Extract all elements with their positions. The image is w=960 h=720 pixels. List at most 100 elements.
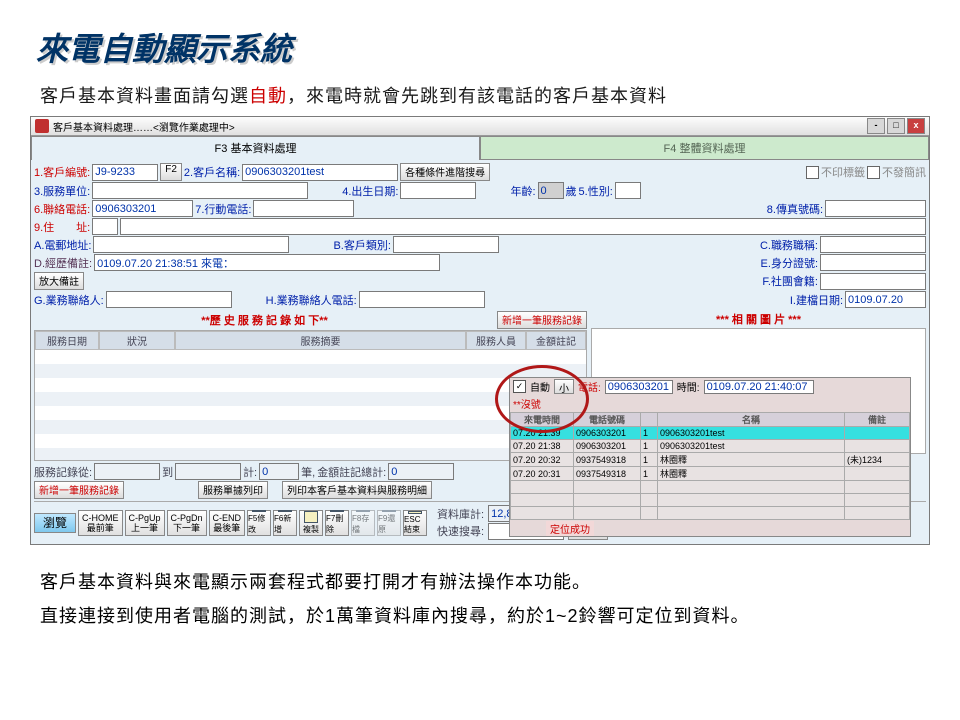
btn-esc[interactable]: ESC結束 [403,510,427,536]
btn-f7-del[interactable]: F7刪除 [325,510,349,536]
popup-fld-tel: 0906303201 [605,380,673,394]
fld-idn[interactable] [820,254,926,271]
minimize-icon[interactable]: - [867,118,885,134]
app-icon [35,119,49,133]
fld-to[interactable] [175,463,241,480]
history-table: 服務日期 狀況 服務摘要 服務人員 金額註記 [34,330,587,461]
btn-f6-new[interactable]: F6新增 [273,510,297,536]
btn-new-record-2[interactable]: 新增一筆服務記錄 [34,481,124,499]
edit-icon [252,510,266,512]
table-row[interactable]: 07.20 20:3209375493181林圈釋(未)1234 [511,453,910,467]
title-bar[interactable]: 客戶基本資料處理……<瀏覽作業處理中> - □ x [31,117,929,136]
lbl-ctype: B.客戶類別: [333,237,390,253]
popup-fld-time: 0109.07.20 21:40:07 [704,380,814,394]
table-row[interactable] [511,481,910,494]
btn-small[interactable]: 小 [554,379,574,394]
fld-bp[interactable] [106,291,232,308]
callerid-popup: ✓ 自動 小 電話: 0906303201 時間: 0109.07.20 21:… [509,377,911,537]
caller-table: 來電時間 電話號碼 名稱 備註 07.20 21:390906303201109… [510,412,910,520]
lbl-created: I.建檔日期: [790,292,843,308]
hist-header: **歷 史 服 務 記 錄 如 下** [34,311,495,329]
fld-ctype[interactable] [393,236,499,253]
lbl-idn: E.身分證號: [761,255,818,271]
btn-zoom-note[interactable]: 放大備註 [34,272,84,290]
copy-icon [304,511,318,523]
table-row[interactable] [511,507,910,520]
btn-pgup[interactable]: C-PgUp上一筆 [125,510,165,536]
lbl-tel: 6.聯絡電話: [34,201,90,217]
btn-f9-undo: F9還原 [377,510,401,536]
lbl-birth: 4.出生日期: [342,183,398,199]
fld-count: 0 [259,463,299,480]
save-icon [356,510,370,512]
lbl-sex: 5.性別: [579,183,613,199]
btn-browse[interactable]: 瀏覽 [34,513,76,533]
fld-birth[interactable] [400,182,476,199]
table-row[interactable]: 07.20 21:38090630320110906303201test [511,440,910,453]
lbl-unit: 3.服務單位: [34,183,90,199]
btn-print-slip[interactable]: 服務單據列印 [198,481,268,499]
new-icon [278,510,292,512]
cb-noask[interactable] [867,166,880,179]
btn-f5-edit[interactable]: F5修改 [247,510,271,536]
lbl-id: 1.客戶編號: [34,164,90,180]
lbl-mob: 7.行動電話: [195,201,251,217]
fld-created: 0109.07.20 [845,291,926,308]
lbl-mail: A.電郵地址: [34,237,91,253]
fld-amt: 0 [388,463,454,480]
lbl-fax: 8.傳真號碼: [767,201,823,217]
fld-mob[interactable] [253,200,354,217]
fld-name[interactable]: 0906303201test [242,164,398,181]
exit-icon [408,511,422,514]
lbl-bp: G.業務聯絡人: [34,292,104,308]
locate-ok: 定位成功 [546,521,594,536]
btn-adv-search[interactable]: 各種條件進階搜尋 [400,163,490,181]
fld-from[interactable] [94,463,160,480]
fld-note[interactable]: 0109.07.20 21:38:51 來電： [94,254,440,271]
fld-mail[interactable] [93,236,289,253]
maximize-icon[interactable]: □ [887,118,905,134]
cb-auto[interactable]: ✓ [513,380,526,393]
lbl-addr: 9.住 址: [34,219,90,235]
fld-bpt[interactable] [359,291,485,308]
table-row[interactable] [511,494,910,507]
undo-icon [382,510,396,512]
btn-f2[interactable]: F2 [160,163,182,181]
btn-pgdn[interactable]: C-PgDn下一筆 [167,510,207,536]
close-icon[interactable]: x [907,118,925,134]
tab-basic[interactable]: F3 基本資料處理 [31,136,480,160]
fld-age: 0 [538,182,564,199]
fld-addr[interactable] [120,218,926,235]
table-row[interactable]: 07.20 21:39090630320110906303201test [511,427,910,440]
lbl-note: D.經歷備註: [34,255,92,271]
lbl-name: 2.客戶名稱: [184,164,240,180]
table-row[interactable]: 07.20 20:3109375493181林圈釋 [511,467,910,481]
btn-end[interactable]: C-END最後筆 [209,510,246,536]
btn-new-record[interactable]: 新增一筆服務記錄 [497,311,587,329]
lbl-bpt: H.業務聯絡人電話: [266,292,357,308]
app-window: 客戶基本資料處理……<瀏覽作業處理中> - □ x F3 基本資料處理 F4 整… [30,116,930,545]
btn-home[interactable]: C-HOME最前筆 [78,510,123,536]
cb-noprint[interactable] [806,166,819,179]
fld-fax[interactable] [825,200,926,217]
page-title: 來電自動顯示系統 [0,0,960,78]
footer: 客戶基本資料與來電顯示兩套程式都要打開才有辦法操作本功能。 直接連接到使用者電腦… [0,545,960,633]
fld-sex[interactable] [615,182,641,199]
fld-group[interactable] [820,273,926,290]
fld-id[interactable]: J9-9233 [92,164,158,181]
fld-job[interactable] [820,236,926,253]
lbl-job: C.職務職稱: [760,237,818,253]
btn-copy[interactable]: 複製 [299,510,323,536]
image-header: *** 相 關 圖 片 *** [591,310,926,328]
fld-zip[interactable] [92,218,118,235]
window-caption: 客戶基本資料處理……<瀏覽作業處理中> [53,119,235,134]
intro-text: 客戶基本資料畫面請勾選自動，來電時就會先跳到有該電話的客戶基本資料 [0,78,960,116]
tab-full[interactable]: F4 整體資料處理 [480,136,929,160]
lbl-auto: 自動 [530,379,550,394]
btn-print-detail[interactable]: 列印本客戶基本資料與服務明細 [282,481,432,499]
fld-unit[interactable] [92,182,308,199]
fld-tel[interactable]: 0906303201 [92,200,193,217]
lbl-nonum: **沒號 [513,396,541,411]
btn-f8-save: F8存檔 [351,510,375,536]
lbl-group: F.社團會籍: [762,273,818,289]
